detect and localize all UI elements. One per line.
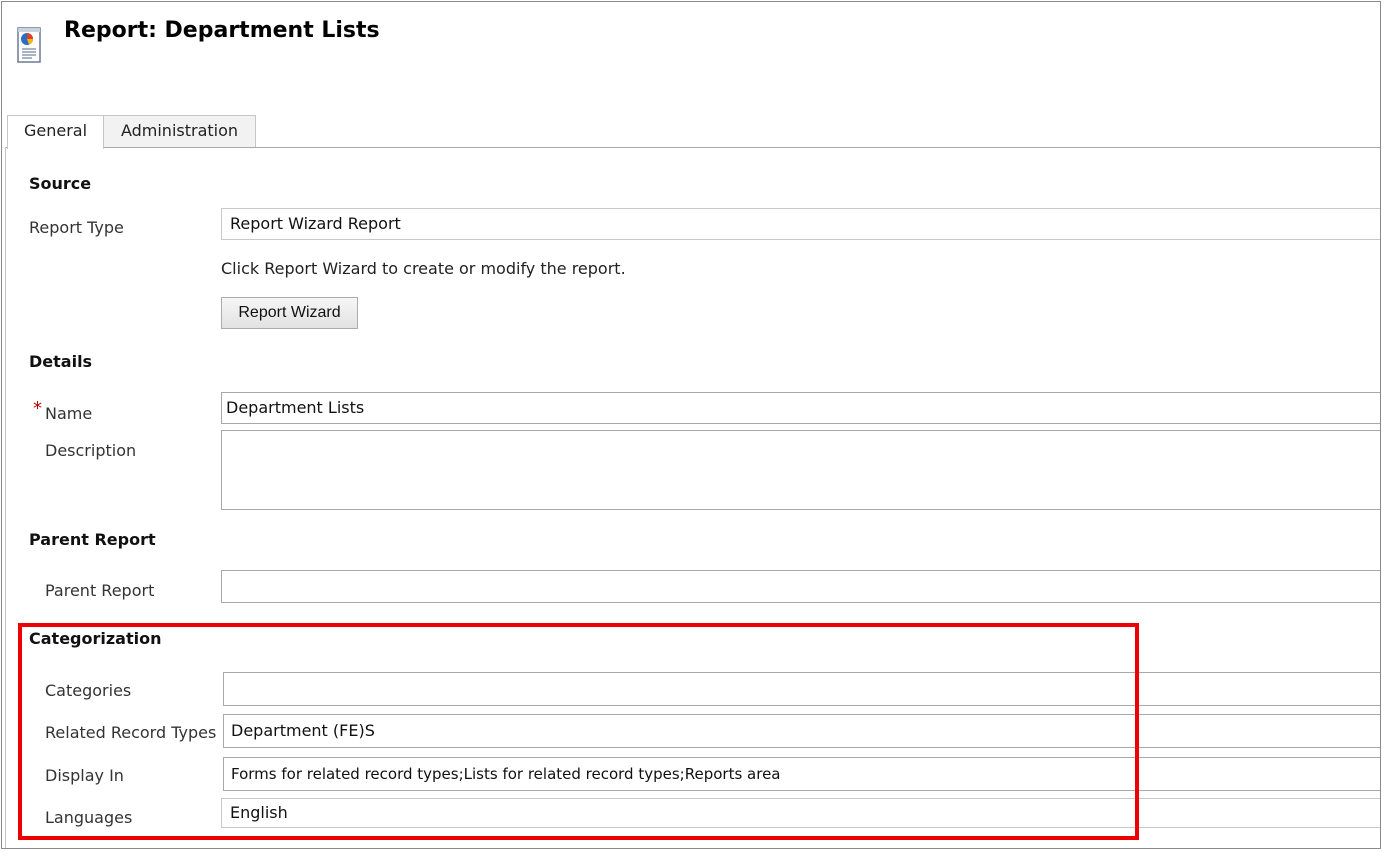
parent-report-label: Parent Report: [45, 581, 155, 600]
report-wizard-note: Click Report Wizard to create or modify …: [221, 259, 626, 278]
content-border: [5, 147, 6, 848]
description-label: Description: [45, 441, 137, 460]
tab-administration[interactable]: Administration: [103, 115, 256, 147]
report-form-window: Report: Department Lists General Adminis…: [1, 1, 1381, 849]
categories-field[interactable]: [223, 672, 1380, 706]
report-wizard-button[interactable]: Report Wizard: [221, 297, 358, 329]
name-input[interactable]: Department Lists: [221, 392, 1380, 424]
related-record-types-label: Related Record Types: [45, 723, 217, 742]
description-textarea[interactable]: [221, 430, 1380, 510]
section-title-details: Details: [29, 352, 93, 371]
section-title-parent-report: Parent Report: [29, 530, 156, 549]
page-title: Report: Department Lists: [64, 18, 380, 43]
tab-divider: [5, 147, 1380, 148]
report-icon: [17, 27, 41, 63]
tab-general[interactable]: General: [7, 115, 104, 149]
categories-label: Categories: [45, 681, 132, 700]
section-title-source: Source: [29, 174, 92, 193]
name-label: Name: [45, 404, 93, 423]
languages-field[interactable]: English: [221, 798, 1380, 828]
section-title-categorization: Categorization: [29, 629, 162, 648]
report-type-label: Report Type: [29, 218, 124, 237]
languages-label: Languages: [45, 808, 133, 827]
display-in-label: Display In: [45, 766, 124, 785]
required-indicator: *: [33, 398, 42, 419]
parent-report-lookup[interactable]: [221, 570, 1380, 603]
related-record-types-field[interactable]: Department (FE)S: [223, 714, 1380, 748]
report-type-field[interactable]: Report Wizard Report: [221, 208, 1380, 240]
display-in-field[interactable]: Forms for related record types;Lists for…: [223, 757, 1380, 791]
